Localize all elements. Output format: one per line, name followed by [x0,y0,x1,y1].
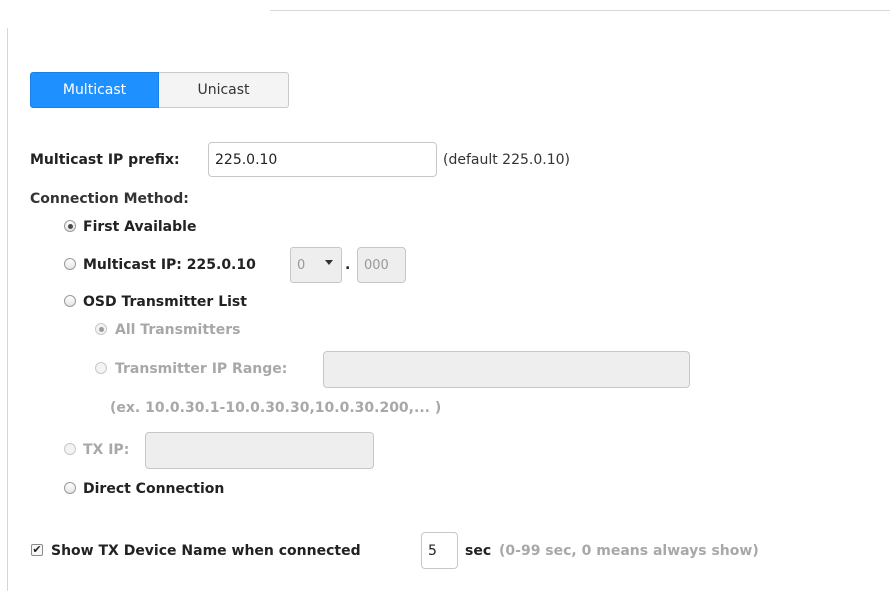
show-tx-name-checkbox[interactable]: ✔ [31,544,43,556]
transmitter-ip-range-input[interactable] [323,351,690,388]
tx-ip-input[interactable] [145,432,374,469]
multicast-prefix-input[interactable]: 225.0.10 [208,142,437,177]
radio-first-available[interactable] [64,220,76,232]
ip-range-example-text: (ex. 10.0.30.1-10.0.30.30,10.0.30.200,..… [110,400,442,416]
left-divider [7,28,8,591]
radio-all-transmitters[interactable] [95,323,107,335]
radio-transmitter-ip-range[interactable] [95,362,107,374]
ip-dot-separator: . [345,257,351,273]
direct-connection-label: Direct Connection [83,481,225,497]
tab-multicast[interactable]: Multicast [30,72,159,108]
tx-ip-label: TX IP: [83,442,130,458]
multicast-prefix-label: Multicast IP prefix: [30,152,180,168]
multicast-prefix-hint: (default 225.0.10) [443,152,570,168]
radio-osd-transmitter-list[interactable] [64,295,76,307]
chevron-down-icon [325,260,333,265]
radio-multicast-ip[interactable] [64,258,76,270]
first-available-label: First Available [83,219,197,235]
seconds-unit-label: sec [465,543,492,559]
seconds-hint-text: (0-99 sec, 0 means always show) [499,543,759,559]
connection-method-label: Connection Method: [30,191,189,207]
multicast-ip-octet-select[interactable]: 0 [290,247,342,283]
multicast-ip-last-octet-input[interactable]: 000 [357,247,406,283]
osd-transmitter-list-label: OSD Transmitter List [83,294,247,310]
transmitter-ip-range-label: Transmitter IP Range: [115,361,288,377]
radio-direct-connection[interactable] [64,482,76,494]
radio-tx-ip[interactable] [64,443,76,455]
multicast-ip-select-value: 0 [297,257,306,273]
show-tx-name-seconds-input[interactable]: 5 [421,532,458,569]
top-divider [270,10,890,11]
tab-unicast[interactable]: Unicast [159,72,289,108]
multicast-ip-label: Multicast IP: 225.0.10 [83,257,256,273]
show-tx-name-label: Show TX Device Name when connected [51,543,361,559]
all-transmitters-label: All Transmitters [115,322,241,338]
